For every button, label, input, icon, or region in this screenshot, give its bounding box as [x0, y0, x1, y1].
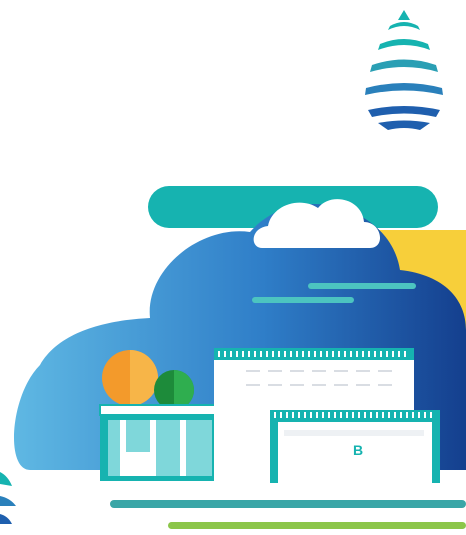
ground-line-green [168, 522, 466, 529]
water-drop-icon-partial [0, 472, 16, 524]
tree-orange [102, 350, 158, 406]
building-sign: B [353, 442, 363, 458]
water-drop-icon [365, 10, 443, 130]
illustration-stage: B [0, 0, 466, 535]
cloud-line-1 [252, 297, 354, 303]
office-cloud-illustration: B [0, 10, 466, 529]
cloud-line-2 [308, 283, 416, 289]
ground-line-teal [110, 500, 466, 508]
